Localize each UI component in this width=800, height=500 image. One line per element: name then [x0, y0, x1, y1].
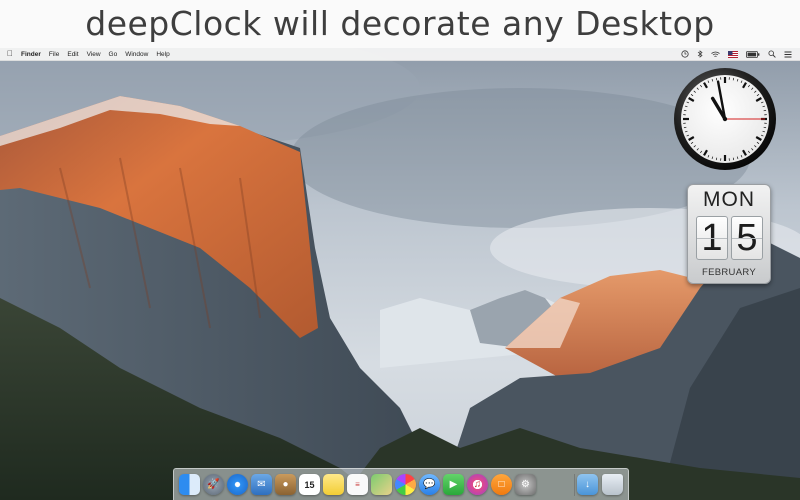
launchpad-icon[interactable]: 🚀 — [203, 474, 224, 495]
dock: 🚀 ✉ ● 15 ≡ 💬 ▶ ♫ □ ⚙ ↓ — [173, 468, 629, 500]
calendar-day-digit-2: 5 — [731, 216, 763, 260]
notes-icon[interactable] — [323, 474, 344, 495]
itunes-icon[interactable]: ♫ — [467, 474, 488, 495]
safari-icon[interactable] — [227, 474, 248, 495]
menu-view[interactable]: View — [87, 51, 101, 58]
flip-calendar-widget[interactable]: MON 1 5 FEBRUARY — [687, 184, 771, 284]
headline-text: deepClock will decorate any Desktop — [85, 4, 715, 43]
menu-bar:  Finder File Edit View Go Window Help — [0, 48, 800, 61]
dock-calendar-date: 15 — [304, 479, 315, 490]
mail-icon[interactable]: ✉ — [251, 474, 272, 495]
system-preferences-icon[interactable]: ⚙ — [515, 474, 536, 495]
promo-headline: deepClock will decorate any Desktop — [0, 0, 800, 48]
messages-icon[interactable]: 💬 — [419, 474, 440, 495]
trash-icon[interactable] — [602, 474, 623, 495]
battery-icon[interactable] — [746, 50, 760, 58]
analog-clock-widget[interactable] — [673, 67, 777, 171]
wifi-icon[interactable] — [711, 51, 720, 58]
finder-icon[interactable] — [179, 474, 200, 495]
facetime-icon[interactable]: ▶ — [443, 474, 464, 495]
calendar-weekday: MON — [703, 188, 755, 211]
desktop-screen:  Finder File Edit View Go Window Help — [0, 48, 800, 500]
apple-icon[interactable]:  — [7, 49, 13, 59]
contacts-icon[interactable]: ● — [275, 474, 296, 495]
calendar-icon[interactable]: 15 — [299, 474, 320, 495]
calendar-day-digit-1: 1 — [696, 216, 728, 260]
clock-center-pin — [722, 116, 728, 122]
spotlight-icon[interactable] — [768, 50, 776, 58]
menu-go[interactable]: Go — [109, 51, 118, 58]
menu-list-icon[interactable] — [784, 51, 792, 58]
reminders-icon[interactable]: ≡ — [347, 474, 368, 495]
downloads-folder-icon[interactable]: ↓ — [577, 474, 598, 495]
menu-help[interactable]: Help — [156, 51, 169, 58]
photos-icon[interactable] — [395, 474, 416, 495]
bluetooth-icon[interactable] — [697, 50, 703, 58]
menu-file[interactable]: File — [49, 51, 59, 58]
calendar-month: FEBRUARY — [702, 267, 756, 278]
menu-finder[interactable]: Finder — [21, 51, 41, 58]
menu-edit[interactable]: Edit — [67, 51, 78, 58]
clock-status-icon[interactable] — [681, 50, 689, 58]
maps-icon[interactable] — [371, 474, 392, 495]
ibooks-icon[interactable]: □ — [491, 474, 512, 495]
menu-window[interactable]: Window — [125, 51, 148, 58]
flag-icon[interactable] — [728, 50, 738, 58]
dock-separator — [574, 474, 575, 496]
